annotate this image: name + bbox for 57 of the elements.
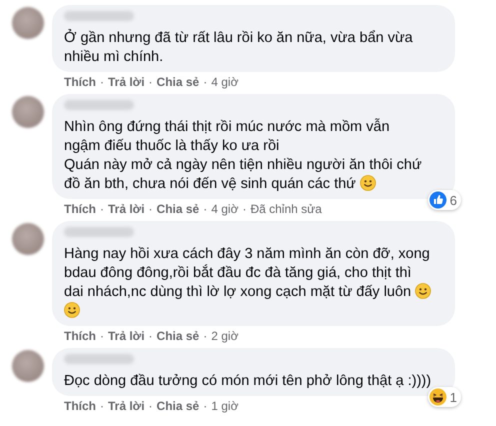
like-link[interactable]: Thích — [64, 202, 96, 216]
separator-dot: · — [203, 399, 208, 413]
share-link[interactable]: Chia sẻ — [156, 399, 200, 413]
edited-label: Đã chỉnh sửa — [250, 202, 322, 216]
like-reaction-icon — [428, 191, 447, 209]
reaction-badge[interactable]: 6 — [428, 190, 461, 210]
separator-dot: · — [203, 329, 208, 343]
comment-text: Đọc dòng đầu tưởng có món mới tên phở lông thật ạ :)))) — [64, 373, 432, 389]
share-link[interactable]: Chia sẻ — [156, 75, 200, 89]
comment-text: bdau đông đông,rồi bắt đầu đc đà tăng giá, cho thịt thì — [64, 265, 412, 281]
share-link[interactable]: Chia sẻ — [156, 202, 200, 216]
blurred-name — [64, 354, 134, 364]
reply-link[interactable]: Trả lời — [108, 75, 145, 89]
separator-dot: · — [100, 75, 104, 89]
reply-link[interactable]: Trả lời — [108, 202, 145, 216]
comment-text: nhiều mì chính. — [64, 49, 164, 65]
separator-dot: · — [100, 329, 104, 343]
separator-dot: · — [148, 399, 153, 413]
separator-dot: · — [148, 329, 153, 343]
separator-dot: · — [100, 202, 104, 216]
separator-dot: · — [203, 75, 208, 89]
blurred-name — [64, 11, 134, 21]
comment-text: đồ ăn bth, chưa nói đến vệ sinh quán các thứ — [64, 176, 356, 192]
comment-text: Ở gần nhưng đã từ rất lâu rồi ko ăn nữa, vừa bẩn vừa — [64, 30, 413, 46]
laughing-reaction-icon — [428, 388, 447, 406]
smile-emoji-icon — [360, 175, 376, 191]
reaction-count: 6 — [450, 192, 457, 208]
like-link[interactable]: Thích — [64, 75, 96, 89]
like-link[interactable]: Thích — [64, 399, 96, 413]
smile-emoji-icon — [64, 302, 80, 318]
separator-dot: · — [148, 75, 153, 89]
timestamp[interactable]: 1 giờ — [211, 399, 238, 413]
comment-text: Nhìn ông đứng thái thịt rồi múc nước mà mồm vẫn — [64, 119, 390, 135]
comment-text: dai nhách,nc dùng thì lờ lợ xong cạch mặt từ đấy luôn — [64, 284, 412, 300]
timestamp[interactable]: 4 giờ — [211, 75, 238, 89]
reply-link[interactable]: Trả lời — [108, 329, 145, 343]
reply-link[interactable]: Trả lời — [108, 399, 145, 413]
smile-emoji-icon — [415, 283, 432, 299]
comment-text: Quán này mở cả ngày nên tiện nhiều người ăn thôi chứ — [64, 157, 422, 173]
timestamp[interactable]: 2 giờ — [211, 329, 238, 343]
share-link[interactable]: Chia sẻ — [156, 329, 200, 343]
reaction-count: 1 — [450, 390, 457, 404]
separator-dot: · — [203, 202, 208, 216]
separator-dot: · — [148, 202, 153, 216]
timestamp[interactable]: 4 giờ — [211, 202, 238, 216]
avatar[interactable] — [12, 350, 44, 382]
separator-dot: · — [242, 202, 246, 216]
avatar[interactable] — [12, 7, 44, 39]
like-link[interactable]: Thích — [64, 329, 96, 343]
comment-text: ngậm điếu thuốc là thấy ko ưa rồi — [64, 138, 280, 154]
avatar[interactable] — [12, 223, 44, 255]
avatar[interactable] — [12, 96, 44, 128]
blurred-name — [64, 100, 134, 110]
separator-dot: · — [100, 399, 104, 413]
blurred-name — [64, 227, 134, 237]
comment-text: Hàng nay hồi xưa cách đây 3 năm mình ăn còn đỡ, xong — [64, 246, 430, 262]
reaction-badge[interactable]: 1 — [428, 387, 461, 407]
